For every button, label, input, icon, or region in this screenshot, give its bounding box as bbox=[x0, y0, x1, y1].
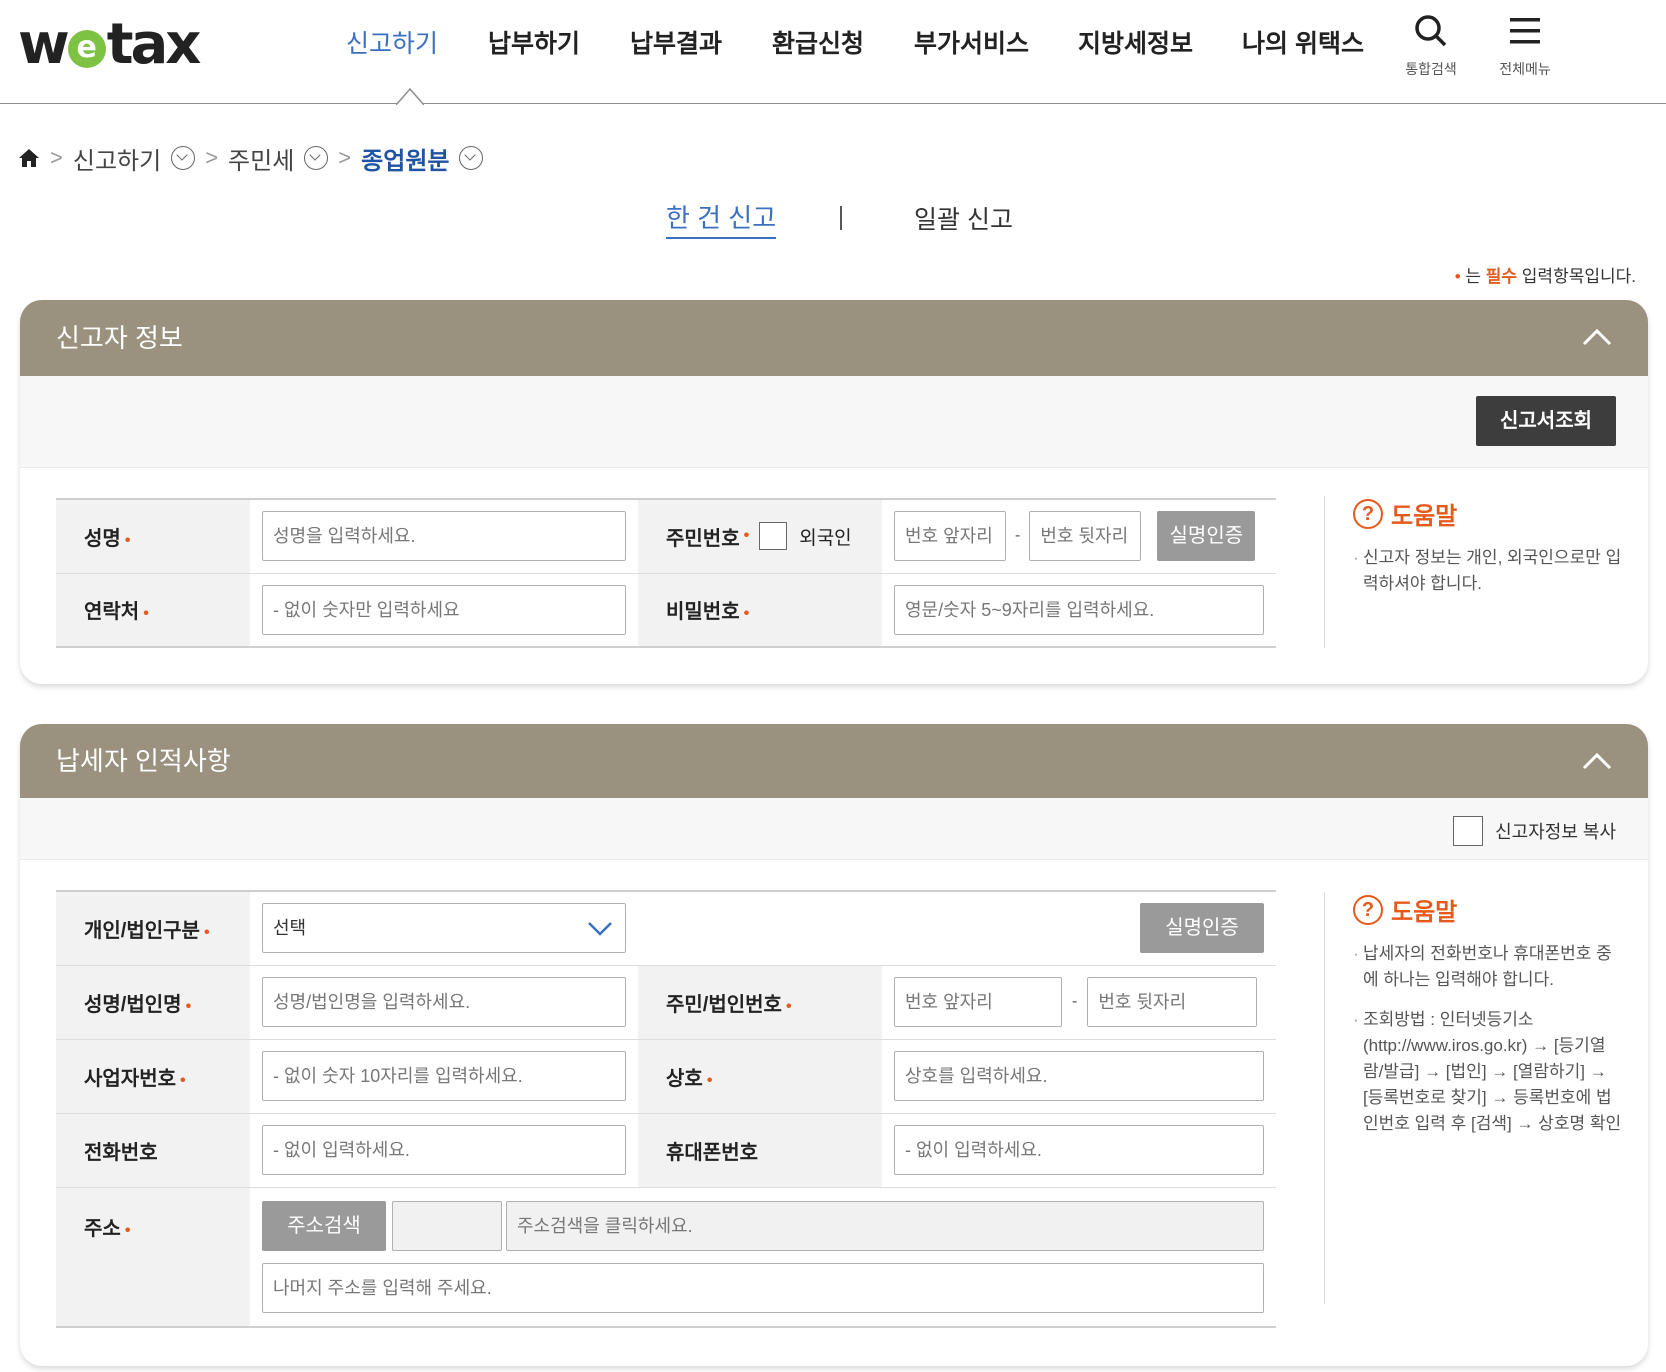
help-text: 납세자의 전화번호나 휴대폰번호 중에 하나는 입력해야 합니다. bbox=[1353, 941, 1624, 993]
taxpayer-form: 개인/법인구분 • 선택 실명인증 성명/법인명 • 성명/법인명을 입력하세요. … bbox=[56, 890, 1276, 1328]
verify-name-button[interactable]: 실명인증 bbox=[1157, 511, 1256, 562]
field-label: 사업자번호 • bbox=[56, 1039, 250, 1114]
help-icon: ? bbox=[1353, 894, 1383, 925]
section-header[interactable]: 납세자 인적사항 bbox=[20, 724, 1648, 798]
field-label: 전화번호 bbox=[56, 1113, 250, 1188]
type-select[interactable]: 선택 bbox=[262, 903, 626, 954]
foreigner-label: 외국인 bbox=[799, 527, 852, 549]
breadcrumb-separator: > bbox=[50, 145, 63, 170]
field-label: 주민/법인번호 • bbox=[638, 965, 882, 1040]
search-label: 통합검색 bbox=[1405, 61, 1457, 77]
chevron-down-icon[interactable] bbox=[459, 146, 484, 170]
id-back-input[interactable]: 번호 뒷자리 bbox=[1087, 977, 1258, 1027]
breadcrumb-level1[interactable]: 신고하기 bbox=[73, 141, 161, 176]
breadcrumb: > 신고하기 > 주민세 > 종업원분 bbox=[18, 140, 484, 176]
help-panel: ?도움말 납세자의 전화번호나 휴대폰번호 중에 하나는 입력해야 합니다. 조… bbox=[1324, 892, 1624, 1304]
reporter-form: 성명 • 성명을 입력하세요. 주민번호 • 외국인 번호 앞자리 - 번호 뒷자리… bbox=[56, 498, 1276, 648]
search-icon bbox=[1415, 15, 1447, 47]
wetax-logo[interactable]: w e tax bbox=[18, 10, 201, 80]
address-search-button[interactable]: 주소검색 bbox=[262, 1200, 386, 1251]
section-title: 신고자 정보 bbox=[56, 323, 183, 353]
breadcrumb-level2[interactable]: 주민세 bbox=[228, 141, 294, 176]
verify-name-button[interactable]: 실명인증 bbox=[1140, 903, 1264, 954]
copy-reporter-label: 신고자정보 복사 bbox=[1495, 822, 1616, 842]
business-number-input[interactable]: - 없이 숫자 10자리를 입력하세요. bbox=[262, 1051, 626, 1101]
chevron-up-icon[interactable] bbox=[1582, 328, 1612, 346]
foreigner-checkbox[interactable] bbox=[759, 522, 788, 551]
breadcrumb-separator: > bbox=[205, 145, 219, 170]
global-nav: w e tax 신고하기 납부하기 납부결과 환급신청 부가서비스 지방세정보 나의… bbox=[0, 0, 1666, 105]
hamburger-icon bbox=[1510, 18, 1540, 44]
taxpayer-name-input[interactable]: 성명/법인명을 입력하세요. bbox=[262, 977, 626, 1027]
section-toolbar: 신고서조회 bbox=[20, 376, 1648, 468]
field-label: 성명 • bbox=[56, 499, 250, 574]
field-label: 휴대폰번호 bbox=[638, 1113, 882, 1188]
field-label: 연락처 • bbox=[56, 573, 250, 647]
reporter-name-input[interactable]: 성명을 입력하세요. bbox=[262, 511, 626, 562]
chevron-down-icon[interactable] bbox=[304, 146, 329, 170]
lookup-report-button[interactable]: 신고서조회 bbox=[1476, 396, 1616, 446]
copy-reporter-checkbox[interactable] bbox=[1453, 816, 1484, 846]
field-label: 개인/법인구분 • bbox=[56, 891, 250, 966]
nav-item-refund[interactable]: 환급신청 bbox=[772, 22, 864, 66]
field-label: 비밀번호 • bbox=[638, 573, 882, 647]
all-menu-label: 전체메뉴 bbox=[1499, 61, 1551, 77]
dash: - bbox=[1015, 527, 1021, 545]
field-label: 주민번호 • 외국인 bbox=[638, 499, 882, 574]
section-title: 납세자 인적사항 bbox=[56, 746, 231, 776]
help-icon: ? bbox=[1353, 498, 1383, 529]
nav-item-report[interactable]: 신고하기 bbox=[346, 22, 438, 66]
address-search-input[interactable]: 주소검색을 클릭하세요. bbox=[506, 1200, 1264, 1251]
address-detail-input[interactable]: 나머지 주소를 입력해 주세요. bbox=[262, 1262, 1264, 1313]
required-note: • 는 필수 입력항목입니다. bbox=[1454, 267, 1636, 286]
help-title: ? 도움말 bbox=[1353, 892, 1624, 927]
field-label: 상호 • bbox=[638, 1039, 882, 1114]
tab-single-report[interactable]: 한 건 신고 bbox=[666, 198, 777, 239]
taxpayer-info-section: 납세자 인적사항 신고자정보 복사 개인/법인구분 • 선택 실명인증 성명/법인… bbox=[20, 724, 1648, 1366]
help-title: ? 도움말 bbox=[1353, 496, 1624, 531]
dash: - bbox=[1072, 993, 1078, 1010]
rrn-front-input[interactable]: 번호 앞자리 bbox=[894, 511, 1006, 562]
password-input[interactable]: 영문/숫자 5~9자리를 입력하세요. bbox=[894, 584, 1264, 635]
postal-code-input[interactable] bbox=[392, 1200, 502, 1251]
all-menu-tool[interactable]: 전체메뉴 bbox=[1490, 12, 1560, 79]
home-icon[interactable] bbox=[18, 147, 40, 169]
id-front-input[interactable]: 번호 앞자리 bbox=[894, 977, 1062, 1027]
copy-reporter-option[interactable]: 신고자정보 복사 bbox=[1453, 816, 1616, 846]
nav-item-extra-services[interactable]: 부가서비스 bbox=[914, 22, 1029, 66]
section-header[interactable]: 신고자 정보 bbox=[20, 300, 1648, 376]
nav-item-pay[interactable]: 납부하기 bbox=[488, 22, 580, 66]
help-text: 신고자 정보는 개인, 외국인으로만 입력하셔야 합니다. bbox=[1353, 545, 1624, 597]
trade-name-input[interactable]: 상호를 입력하세요. bbox=[894, 1051, 1264, 1101]
help-panel: ?도움말 신고자 정보는 개인, 외국인으로만 입력하셔야 합니다. bbox=[1324, 496, 1624, 648]
active-caret bbox=[396, 87, 424, 105]
rrn-back-input[interactable]: 번호 뒷자리 bbox=[1029, 511, 1142, 562]
nav-item-my-wetax[interactable]: 나의 위택스 bbox=[1242, 22, 1364, 66]
tab-bulk-report[interactable]: 일괄 신고 bbox=[914, 200, 1013, 236]
chevron-down-icon[interactable] bbox=[171, 146, 196, 170]
field-label: 주소 • bbox=[56, 1187, 250, 1327]
phone-input[interactable]: - 없이 입력하세요. bbox=[262, 1125, 626, 1175]
breadcrumb-current[interactable]: 종업원분 bbox=[361, 141, 449, 176]
chevron-down-icon bbox=[588, 922, 612, 937]
nav-item-pay-result[interactable]: 납부결과 bbox=[630, 22, 722, 66]
nav-item-local-tax-info[interactable]: 지방세정보 bbox=[1078, 22, 1193, 66]
breadcrumb-separator: > bbox=[338, 145, 352, 170]
tab-divider bbox=[840, 206, 842, 230]
chevron-up-icon[interactable] bbox=[1582, 752, 1612, 770]
contact-input[interactable]: - 없이 숫자만 입력하세요 bbox=[262, 584, 626, 635]
field-label: 성명/법인명 • bbox=[56, 965, 250, 1040]
help-text: 조회방법 : 인터넷등기소(http://www.iros.go.kr) → [… bbox=[1353, 1007, 1624, 1137]
mobile-input[interactable]: - 없이 입력하세요. bbox=[894, 1125, 1264, 1175]
search-tool[interactable]: 통합검색 bbox=[1396, 12, 1466, 79]
section-toolbar: 신고자정보 복사 bbox=[20, 798, 1648, 860]
reporter-info-section: 신고자 정보 신고서조회 성명 • 성명을 입력하세요. 주민번호 • 외국인 번호… bbox=[20, 300, 1648, 684]
